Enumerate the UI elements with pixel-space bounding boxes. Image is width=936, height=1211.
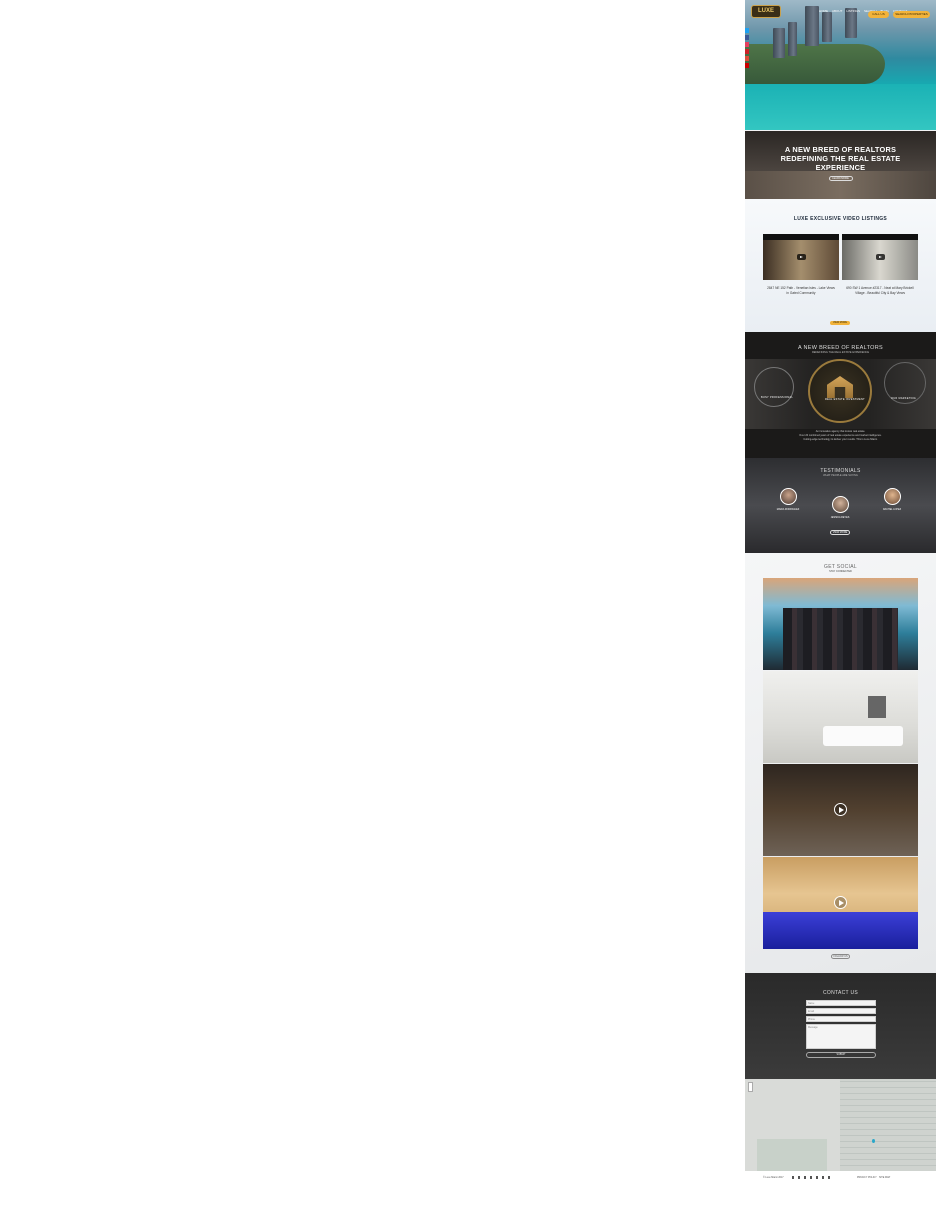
contact-section: CONTACT US Name Email Phone Message SUBM… bbox=[745, 973, 936, 1079]
facebook-icon[interactable] bbox=[792, 1176, 794, 1179]
site-footer: © Luxe Miami 2017 PRIVACY POLICY SITE MA… bbox=[745, 1171, 936, 1211]
banner-title-line2: REDEFINING THE REAL ESTATE bbox=[780, 154, 901, 163]
kitchen-photo[interactable] bbox=[763, 764, 918, 856]
linkedin-icon[interactable] bbox=[810, 1176, 812, 1179]
map-marker-icon[interactable] bbox=[872, 1139, 875, 1143]
island-land bbox=[745, 44, 885, 84]
video-thumbnail bbox=[763, 240, 839, 280]
privacy-link[interactable]: PRIVACY POLICY bbox=[857, 1176, 877, 1179]
page-screenshot: LUXE HOME ABOUT LISTINGS SEARCH BLOG CON… bbox=[745, 0, 936, 1211]
social-section: GET SOCIAL STAY CONNECTED FOLLOW US bbox=[745, 553, 936, 973]
learn-more-button[interactable]: LEARN MORE bbox=[828, 176, 853, 181]
banner-title-line3: EXPERIENCE bbox=[815, 163, 866, 172]
site-logo[interactable]: LUXE bbox=[751, 5, 781, 18]
phone-field[interactable]: Phone bbox=[806, 1016, 876, 1022]
busy-professional-label: BUSY PROFESSIONAL bbox=[761, 396, 794, 399]
video-section-title: LUXE EXCLUSIVE VIDEO LISTINGS bbox=[793, 216, 888, 222]
view-more-testimonials-button[interactable]: VIEW MORE bbox=[830, 530, 850, 535]
testimonial-name: MARIA RODRIGUEZ bbox=[776, 508, 800, 511]
wall-art bbox=[868, 696, 886, 718]
video-caption[interactable]: 690 SW 1 Avenue #2317 - Neat at Mary Bri… bbox=[842, 286, 918, 296]
youtube-icon[interactable] bbox=[804, 1176, 806, 1179]
marketing-label: OUR MARKETING bbox=[891, 397, 917, 400]
pinterest-icon[interactable] bbox=[822, 1176, 824, 1179]
search-properties-button[interactable]: SEARCH PROPERTIES bbox=[893, 11, 930, 18]
map-section[interactable] bbox=[745, 1079, 936, 1171]
nav-listings[interactable]: LISTINGS bbox=[846, 9, 860, 13]
bedroom-photo[interactable] bbox=[763, 857, 918, 949]
investment-circle bbox=[808, 359, 872, 423]
water bbox=[745, 84, 936, 130]
team-members bbox=[783, 608, 898, 670]
zoom-controls[interactable] bbox=[748, 1082, 753, 1092]
everglades-area bbox=[757, 1139, 827, 1171]
busy-professional-circle bbox=[754, 367, 794, 407]
testimonial-name: JESSICA REYES bbox=[830, 516, 850, 519]
team-photo[interactable] bbox=[763, 578, 918, 670]
instagram-icon[interactable] bbox=[745, 42, 749, 47]
city-grid bbox=[840, 1079, 936, 1171]
investment-label: REAL ESTATE INVESTMENT bbox=[825, 398, 865, 401]
contact-heading: CONTACT US bbox=[822, 990, 859, 996]
twitter-icon[interactable] bbox=[798, 1176, 800, 1179]
video-player[interactable] bbox=[763, 234, 839, 280]
footer-social-icons bbox=[792, 1176, 830, 1179]
name-field[interactable]: Name bbox=[806, 1000, 876, 1006]
banner-title-line1: A NEW BREED OF REALTORS bbox=[784, 145, 897, 154]
video-listings-section: LUXE EXCLUSIVE VIDEO LISTINGS 2847 NE 15… bbox=[745, 199, 936, 332]
testimonial-name: RACHEL LOPEZ bbox=[882, 508, 902, 511]
play-icon[interactable] bbox=[796, 254, 806, 260]
tower-building bbox=[788, 22, 797, 56]
play-icon[interactable] bbox=[875, 254, 885, 260]
social-sidebar bbox=[745, 28, 749, 68]
facebook-icon[interactable] bbox=[745, 35, 749, 40]
google-plus-icon[interactable] bbox=[816, 1176, 818, 1179]
call-button[interactable]: CALL US bbox=[868, 11, 889, 18]
instagram-icon[interactable] bbox=[828, 1176, 830, 1179]
video-caption[interactable]: 2847 NE 152 Path - Venetian Isles - Lake… bbox=[763, 286, 839, 296]
white-sofa bbox=[823, 726, 903, 746]
email-field[interactable]: Email bbox=[806, 1008, 876, 1014]
sitemap-link[interactable]: SITE MAP bbox=[879, 1176, 890, 1179]
avatar bbox=[832, 496, 849, 513]
about-subheading: REDEFINING THE REAL ESTATE EXPERIENCE bbox=[811, 351, 870, 354]
nav-about[interactable]: ABOUT bbox=[832, 9, 842, 13]
twitter-icon[interactable] bbox=[745, 28, 749, 33]
tower-building bbox=[805, 6, 819, 46]
video-thumbnail bbox=[842, 240, 918, 280]
living-room-photo[interactable] bbox=[763, 671, 918, 763]
intro-banner: A NEW BREED OF REALTORS REDEFINING THE R… bbox=[745, 131, 936, 199]
bed-blanket bbox=[763, 912, 918, 949]
video-caption-line: in Gated Community bbox=[786, 291, 816, 295]
hero-section: LUXE HOME ABOUT LISTINGS SEARCH BLOG CON… bbox=[745, 0, 936, 130]
testimonials-subheading: WHAT PEOPLE ARE SAYING bbox=[823, 474, 858, 477]
video-player[interactable] bbox=[842, 234, 918, 280]
avatar bbox=[884, 488, 901, 505]
follow-us-button[interactable]: FOLLOW US bbox=[831, 954, 850, 959]
about-body: An innovative agency that knows real est… bbox=[745, 430, 936, 442]
tower-building bbox=[822, 12, 832, 42]
pinterest-icon[interactable] bbox=[745, 49, 749, 54]
message-field[interactable]: Message bbox=[806, 1024, 876, 1049]
submit-button[interactable]: SUBMIT bbox=[806, 1052, 876, 1058]
view-more-videos-button[interactable]: VIEW MORE bbox=[830, 321, 850, 325]
about-body-line: Cutting-edge technology to deliver your … bbox=[803, 438, 878, 441]
avatar bbox=[780, 488, 797, 505]
social-subheading: STAY CONNECTED bbox=[829, 570, 852, 573]
youtube-icon[interactable] bbox=[745, 63, 749, 68]
play-icon[interactable] bbox=[834, 803, 847, 816]
google-plus-icon[interactable] bbox=[745, 56, 749, 61]
about-section: A NEW BREED OF REALTORS REDEFINING THE R… bbox=[745, 332, 936, 458]
play-icon[interactable] bbox=[834, 896, 847, 909]
nav-home[interactable]: HOME bbox=[819, 9, 828, 13]
video-caption-line: Village - Beautiful City & Bay Views bbox=[855, 291, 905, 295]
testimonials-section: TESTIMONIALS WHAT PEOPLE ARE SAYING MARI… bbox=[745, 458, 936, 553]
tower-building bbox=[773, 28, 785, 58]
copyright-text: © Luxe Miami 2017 bbox=[763, 1176, 784, 1179]
